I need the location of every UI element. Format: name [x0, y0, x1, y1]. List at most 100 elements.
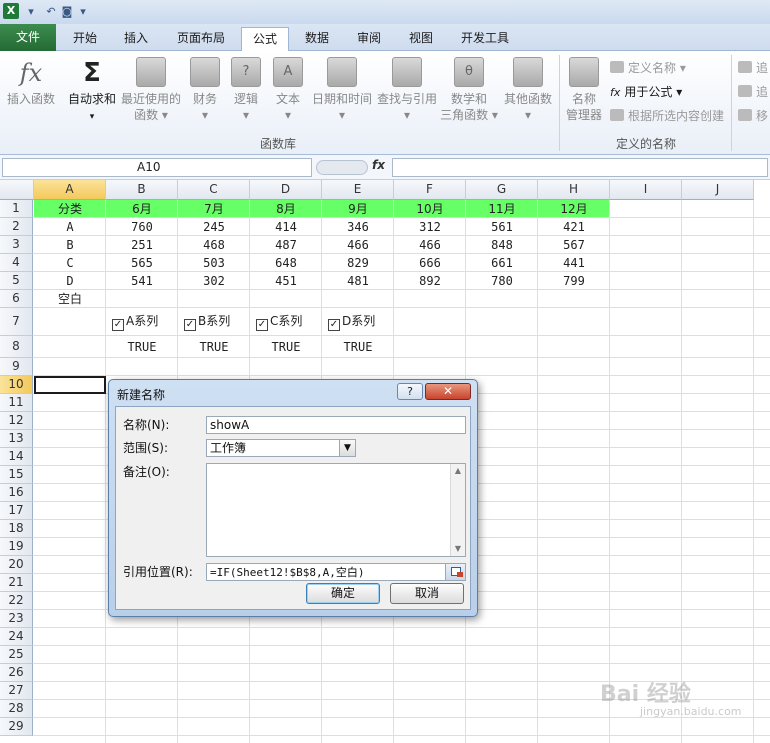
- table-cell[interactable]: 451: [250, 272, 322, 290]
- table-cell[interactable]: 565: [106, 254, 178, 272]
- finance-button[interactable]: 财务 ▾: [186, 57, 224, 123]
- tab-developer[interactable]: 开发工具: [450, 27, 520, 51]
- chevron-down-icon[interactable]: ▼: [339, 440, 355, 456]
- table-cell[interactable]: 346: [322, 218, 394, 236]
- table-header-cell[interactable]: 10月: [394, 200, 466, 218]
- table-cell[interactable]: 541: [106, 272, 178, 290]
- table-cell[interactable]: 441: [538, 254, 610, 272]
- row-header-14[interactable]: 14: [0, 448, 33, 466]
- ok-button[interactable]: 确定: [306, 583, 380, 604]
- table-cell[interactable]: 780: [466, 272, 538, 290]
- select-all-corner[interactable]: [0, 180, 34, 200]
- column-header-g[interactable]: G: [466, 180, 538, 200]
- column-header-b[interactable]: B: [106, 180, 178, 200]
- table-cell[interactable]: 245: [178, 218, 250, 236]
- table-cell[interactable]: 251: [106, 236, 178, 254]
- table-header-cell[interactable]: 12月: [538, 200, 610, 218]
- camera-icon[interactable]: ◙: [60, 5, 74, 18]
- text-button[interactable]: A 文本 ▾: [270, 57, 306, 123]
- lookup-button[interactable]: 查找与引用 ▾: [376, 57, 438, 123]
- table-cell[interactable]: 414: [250, 218, 322, 236]
- row-header-24[interactable]: 24: [0, 628, 33, 646]
- row-header-2[interactable]: 2: [0, 218, 33, 236]
- linked-boolean-cell[interactable]: TRUE: [178, 336, 250, 358]
- comment-scrollbar[interactable]: ▲ ▼: [450, 464, 465, 556]
- undo-icon[interactable]: ↶: [44, 5, 58, 18]
- table-cell[interactable]: D: [34, 272, 106, 290]
- autosum-button[interactable]: Σ 自动求和 ▾: [64, 57, 120, 125]
- row-header-22[interactable]: 22: [0, 592, 33, 610]
- table-cell[interactable]: 829: [322, 254, 394, 272]
- close-button[interactable]: ✕: [425, 383, 471, 400]
- tab-page-layout[interactable]: 页面布局: [166, 27, 236, 51]
- use-in-formula-button[interactable]: fx 用于公式 ▾: [610, 83, 682, 101]
- insert-function-button[interactable]: fx 插入函数: [4, 57, 58, 107]
- checkbox-checked-icon[interactable]: ✓: [256, 319, 268, 331]
- formula-bar-splitter[interactable]: [316, 160, 368, 175]
- row-header-18[interactable]: 18: [0, 520, 33, 538]
- row-header-10[interactable]: 10: [0, 376, 33, 394]
- column-header-a[interactable]: A: [34, 180, 106, 200]
- checkbox-checked-icon[interactable]: ✓: [112, 319, 124, 331]
- table-header-cell[interactable]: 分类: [34, 200, 106, 218]
- table-cell[interactable]: A: [34, 218, 106, 236]
- scope-select[interactable]: 工作簿 ▼: [206, 439, 356, 457]
- column-header-j[interactable]: J: [682, 180, 754, 200]
- table-cell[interactable]: 760: [106, 218, 178, 236]
- create-from-selection-button[interactable]: 根据所选内容创建: [610, 107, 724, 125]
- tab-data[interactable]: 数据: [294, 27, 340, 51]
- series-checkbox[interactable]: ✓ B系列: [184, 312, 230, 331]
- table-cell[interactable]: B: [34, 236, 106, 254]
- tab-file[interactable]: 文件: [0, 24, 56, 51]
- column-header-h[interactable]: H: [538, 180, 610, 200]
- collapse-dialog-icon[interactable]: [445, 564, 465, 580]
- tab-home[interactable]: 开始: [60, 27, 110, 51]
- column-header-i[interactable]: I: [610, 180, 682, 200]
- table-cell[interactable]: 567: [538, 236, 610, 254]
- table-cell[interactable]: 503: [178, 254, 250, 272]
- row-header-4[interactable]: 4: [0, 254, 33, 272]
- recent-functions-button[interactable]: 最近使用的 函数 ▾: [120, 57, 182, 123]
- series-checkbox[interactable]: ✓ D系列: [328, 312, 375, 331]
- datetime-button[interactable]: 日期和时间 ▾: [310, 57, 374, 123]
- row-header-19[interactable]: 19: [0, 538, 33, 556]
- table-cell[interactable]: 661: [466, 254, 538, 272]
- row-header-9[interactable]: 9: [0, 358, 33, 376]
- cancel-button[interactable]: 取消: [390, 583, 464, 604]
- row-header-21[interactable]: 21: [0, 574, 33, 592]
- column-header-d[interactable]: D: [250, 180, 322, 200]
- define-name-button[interactable]: 定义名称 ▾: [610, 59, 686, 77]
- formula-input[interactable]: [392, 158, 768, 177]
- table-cell[interactable]: 848: [466, 236, 538, 254]
- table-cell[interactable]: 302: [178, 272, 250, 290]
- row-header-15[interactable]: 15: [0, 466, 33, 484]
- tab-insert[interactable]: 插入: [113, 27, 159, 51]
- save-icon[interactable]: ▾: [24, 5, 38, 18]
- logic-button[interactable]: ? 逻辑 ▾: [228, 57, 264, 123]
- row-header-23[interactable]: 23: [0, 610, 33, 628]
- column-header-f[interactable]: F: [394, 180, 466, 200]
- table-cell[interactable]: 561: [466, 218, 538, 236]
- checkbox-checked-icon[interactable]: ✓: [184, 319, 196, 331]
- series-checkbox[interactable]: ✓ C系列: [256, 312, 302, 331]
- table-cell[interactable]: 892: [394, 272, 466, 290]
- table-cell[interactable]: 312: [394, 218, 466, 236]
- help-button[interactable]: ?: [397, 383, 423, 400]
- table-cell[interactable]: 468: [178, 236, 250, 254]
- table-cell[interactable]: 466: [322, 236, 394, 254]
- linked-boolean-cell[interactable]: TRUE: [322, 336, 394, 358]
- row-header-17[interactable]: 17: [0, 502, 33, 520]
- checkbox-checked-icon[interactable]: ✓: [328, 319, 340, 331]
- row-header-1[interactable]: 1: [0, 200, 33, 218]
- scroll-up-icon[interactable]: ▲: [451, 464, 465, 478]
- row-header-28[interactable]: 28: [0, 700, 33, 718]
- table-cell[interactable]: 648: [250, 254, 322, 272]
- table-header-cell[interactable]: 6月: [106, 200, 178, 218]
- tab-view[interactable]: 视图: [398, 27, 444, 51]
- row-header-20[interactable]: 20: [0, 556, 33, 574]
- customize-qat-icon[interactable]: ▾: [76, 5, 90, 18]
- active-cell-a10[interactable]: [34, 376, 106, 394]
- column-header-e[interactable]: E: [322, 180, 394, 200]
- trace-dependents-button[interactable]: 追: [738, 83, 768, 101]
- table-cell[interactable]: 466: [394, 236, 466, 254]
